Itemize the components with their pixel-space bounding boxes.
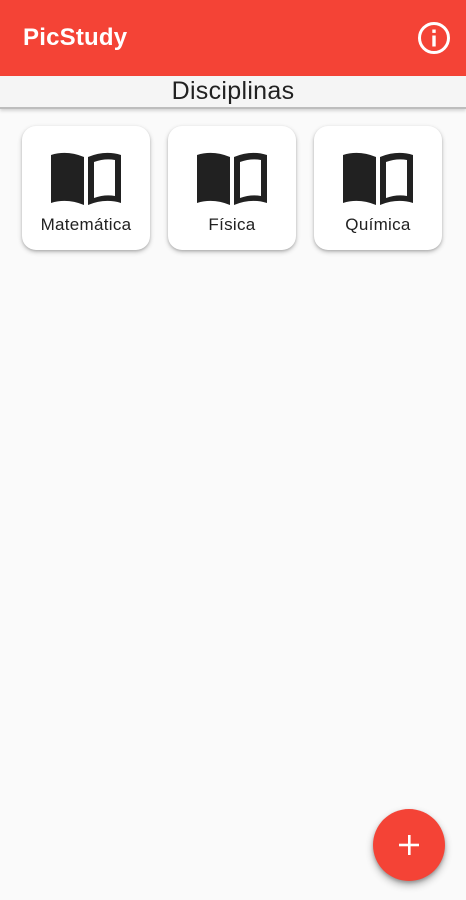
subject-label: Química: [345, 215, 411, 234]
info-icon: [418, 22, 450, 54]
subject-label: Matemática: [40, 215, 132, 234]
subject-card-quimica[interactable]: Química: [314, 126, 442, 250]
subject-label: Física: [208, 215, 256, 234]
subject-grid: Matemática Física Química: [22, 126, 442, 250]
section-title: Disciplinas: [171, 77, 295, 105]
subject-card-matematica[interactable]: Matemática: [22, 126, 150, 250]
app-title: PicStudy: [23, 24, 128, 51]
plus-icon: [399, 835, 419, 855]
book-open-icon: [51, 152, 121, 205]
app-bar: PicStudy: [0, 0, 466, 76]
add-subject-button[interactable]: [373, 809, 445, 881]
subject-card-fisica[interactable]: Física: [168, 126, 296, 250]
info-button[interactable]: [416, 20, 452, 56]
book-open-icon: [197, 152, 267, 205]
section-header: Disciplinas: [0, 76, 466, 109]
book-open-icon: [343, 152, 413, 205]
